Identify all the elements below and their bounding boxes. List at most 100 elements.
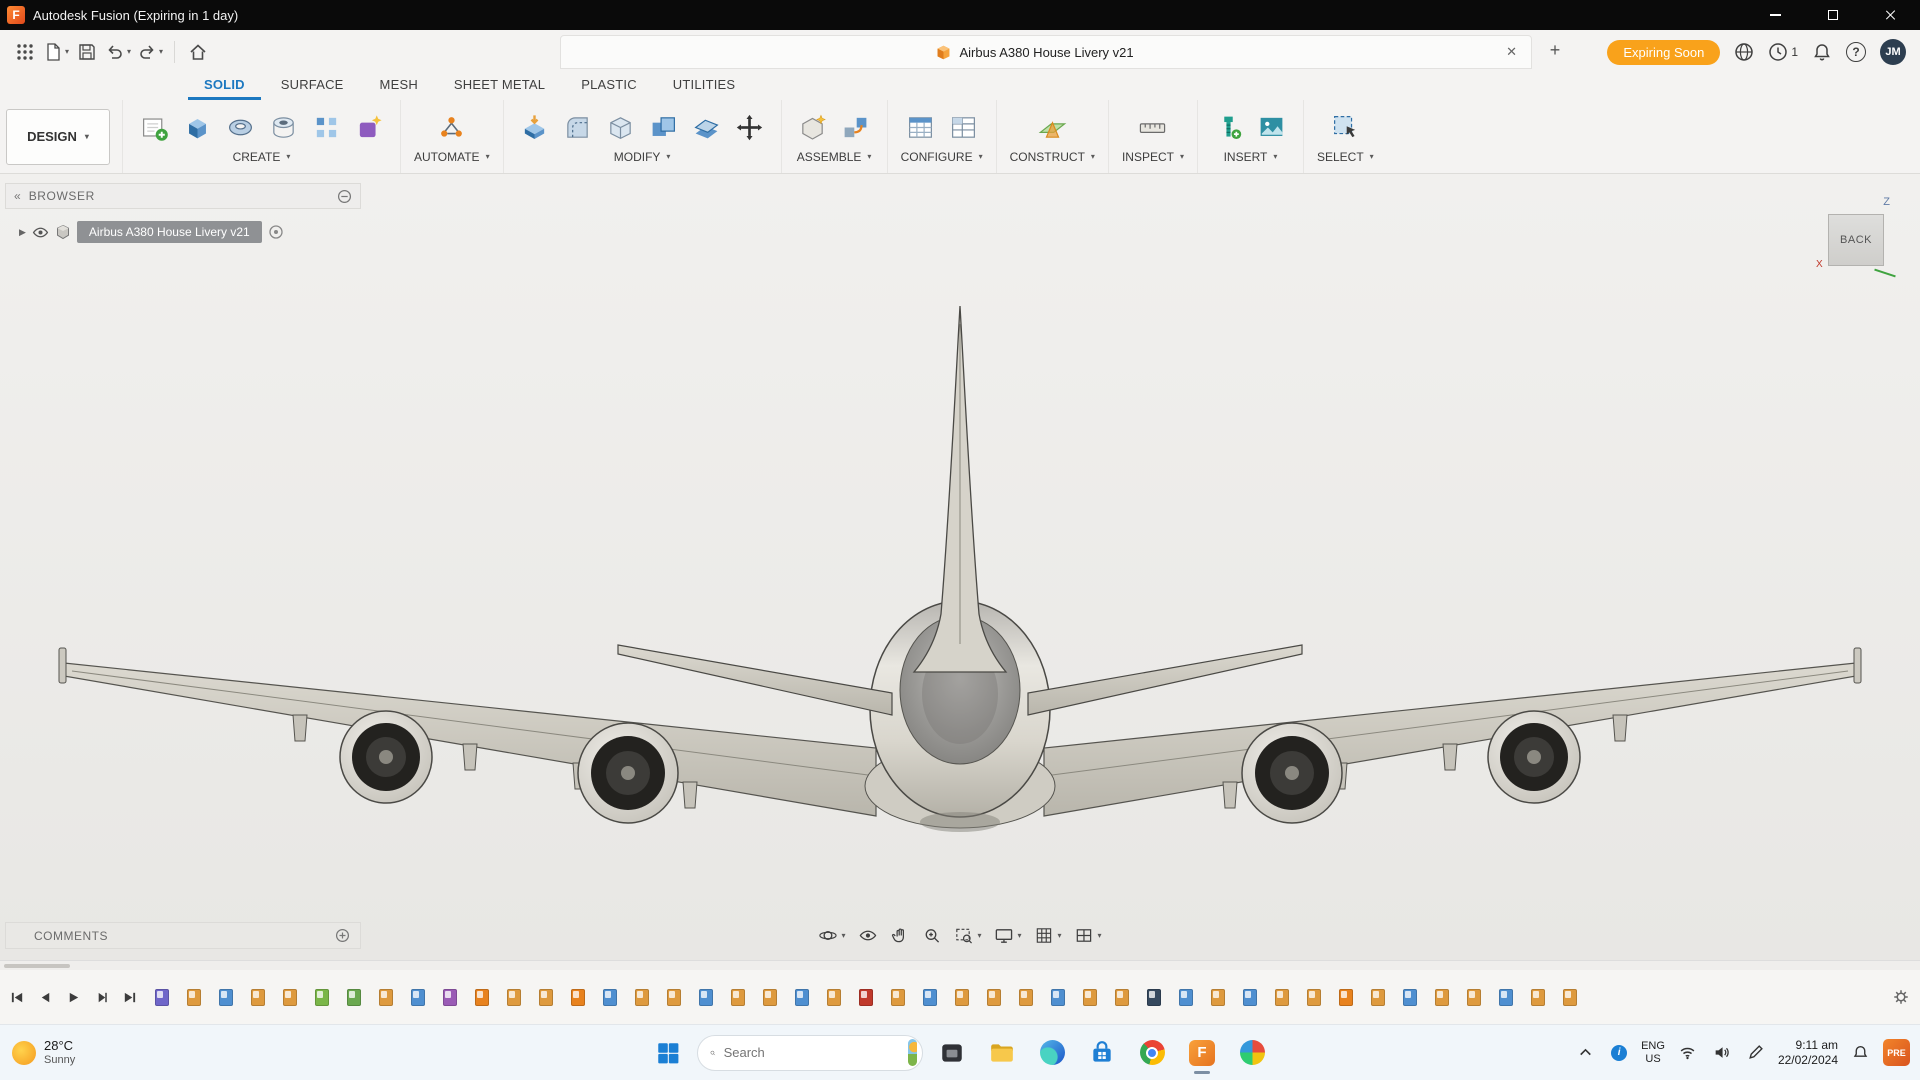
shell-button[interactable] bbox=[603, 110, 639, 146]
browser-display-settings-icon[interactable] bbox=[337, 189, 352, 204]
extensions-button[interactable] bbox=[1734, 42, 1754, 62]
automate-menu[interactable]: AUTOMATE▾ bbox=[414, 150, 490, 164]
timeline-feature-icon[interactable] bbox=[443, 989, 457, 1006]
timeline-feature-icon[interactable] bbox=[1403, 989, 1417, 1006]
redo-button[interactable]: ▾ bbox=[134, 35, 166, 69]
timeline-feature-icon[interactable] bbox=[923, 989, 937, 1006]
fusion-app-button[interactable]: F bbox=[1181, 1030, 1223, 1076]
new-component-button[interactable] bbox=[795, 110, 831, 146]
app-grid-button[interactable] bbox=[10, 35, 40, 69]
combine-button[interactable] bbox=[646, 110, 682, 146]
file-explorer-button[interactable] bbox=[981, 1030, 1023, 1076]
model-viewport[interactable]: « BROWSER ▶ Airbus A380 House Livery v21… bbox=[0, 174, 1920, 960]
configuration-button[interactable] bbox=[902, 110, 938, 146]
configuration-table-button[interactable] bbox=[945, 110, 981, 146]
left-stabilizer[interactable] bbox=[618, 645, 892, 715]
microsoft-store-button[interactable] bbox=[1081, 1030, 1123, 1076]
timeline-feature-icon[interactable] bbox=[155, 989, 169, 1006]
timeline-feature-icon[interactable] bbox=[219, 989, 233, 1006]
document-tab[interactable]: Airbus A380 House Livery v21 ✕ bbox=[560, 35, 1532, 69]
construct-plane-button[interactable] bbox=[1034, 110, 1070, 146]
timeline-feature-icon[interactable] bbox=[1563, 989, 1577, 1006]
construct-menu[interactable]: CONSTRUCT▾ bbox=[1010, 150, 1095, 164]
tab-plastic[interactable]: PLASTIC bbox=[565, 73, 653, 100]
undo-button[interactable]: ▾ bbox=[102, 35, 134, 69]
file-menu-button[interactable]: ▾ bbox=[40, 35, 72, 69]
insert-image-button[interactable] bbox=[1254, 110, 1290, 146]
step-forward-button[interactable] bbox=[94, 990, 109, 1005]
search-highlight-image[interactable] bbox=[908, 1039, 917, 1066]
create-form-button[interactable] bbox=[351, 110, 387, 146]
tab-sheet-metal[interactable]: SHEET METAL bbox=[438, 73, 561, 100]
comments-bar[interactable]: COMMENTS bbox=[5, 922, 361, 949]
expand-node-icon[interactable]: ▶ bbox=[19, 227, 26, 238]
tab-utilities[interactable]: UTILITIES bbox=[657, 73, 751, 100]
insert-fastener-button[interactable] bbox=[1211, 110, 1247, 146]
configure-menu[interactable]: CONFIGURE▾ bbox=[901, 150, 983, 164]
start-button[interactable] bbox=[647, 1030, 689, 1076]
timeline-feature-icon[interactable] bbox=[1243, 989, 1257, 1006]
automate-button[interactable] bbox=[434, 110, 470, 146]
timeline-feature-icon[interactable] bbox=[1115, 989, 1129, 1006]
fillet-button[interactable] bbox=[560, 110, 596, 146]
minimize-button[interactable] bbox=[1746, 0, 1804, 30]
pattern-button[interactable] bbox=[308, 110, 344, 146]
timeline-feature-icon[interactable] bbox=[987, 989, 1001, 1006]
wifi-button[interactable] bbox=[1676, 1041, 1699, 1064]
viewports-button[interactable]: ▾ bbox=[1075, 926, 1102, 945]
orbit-button[interactable]: ▾ bbox=[818, 926, 845, 945]
timeline-feature-icon[interactable] bbox=[859, 989, 873, 1006]
collapse-browser-icon[interactable]: « bbox=[14, 189, 21, 203]
timeline-feature-icon[interactable] bbox=[1531, 989, 1545, 1006]
design-menu-button[interactable]: DESIGN ▾ bbox=[6, 109, 110, 165]
timeline-feature-icon[interactable] bbox=[379, 989, 393, 1006]
close-button[interactable] bbox=[1862, 0, 1920, 30]
play-button[interactable] bbox=[66, 990, 81, 1005]
timeline-feature-icon[interactable] bbox=[1307, 989, 1321, 1006]
timeline-scrollbar[interactable] bbox=[0, 961, 1920, 970]
taskbar-search[interactable] bbox=[697, 1035, 923, 1071]
inspect-menu[interactable]: INSPECT▾ bbox=[1122, 150, 1184, 164]
skip-to-end-button[interactable] bbox=[122, 990, 137, 1005]
volume-button[interactable] bbox=[1710, 1041, 1733, 1064]
zoom-button[interactable] bbox=[922, 926, 941, 945]
timeline-feature-icon[interactable] bbox=[475, 989, 489, 1006]
timeline-settings-icon[interactable] bbox=[1892, 988, 1910, 1006]
timeline-feature-icon[interactable] bbox=[955, 989, 969, 1006]
timeline-feature-icon[interactable] bbox=[347, 989, 361, 1006]
timeline-feature-icon[interactable] bbox=[539, 989, 553, 1006]
activate-component-icon[interactable] bbox=[268, 224, 284, 240]
timeline-feature-icon[interactable] bbox=[731, 989, 745, 1006]
timeline-feature-icon[interactable] bbox=[1339, 989, 1353, 1006]
display-settings-button[interactable]: ▾ bbox=[994, 926, 1021, 945]
preview-badge[interactable]: PRE bbox=[1883, 1039, 1910, 1066]
viewcube-back-face[interactable]: BACK bbox=[1828, 214, 1884, 266]
taskbar-clock[interactable]: 9:11 am 22/02/2024 bbox=[1778, 1038, 1838, 1068]
engine-inner-right[interactable] bbox=[1242, 723, 1342, 823]
browser-document-row[interactable]: ▶ Airbus A380 House Livery v21 bbox=[5, 219, 361, 245]
extrude-button[interactable] bbox=[179, 110, 215, 146]
modify-menu[interactable]: MODIFY▾ bbox=[614, 150, 671, 164]
timeline-feature-icon[interactable] bbox=[1467, 989, 1481, 1006]
expiring-soon-button[interactable]: Expiring Soon bbox=[1607, 40, 1720, 65]
timeline-feature-icon[interactable] bbox=[1051, 989, 1065, 1006]
task-view-button[interactable] bbox=[931, 1030, 973, 1076]
grid-settings-button[interactable]: ▾ bbox=[1035, 926, 1062, 945]
create-menu[interactable]: CREATE▾ bbox=[233, 150, 291, 164]
tab-solid[interactable]: SOLID bbox=[188, 73, 261, 100]
edge-button[interactable] bbox=[1031, 1030, 1073, 1076]
move-copy-button[interactable] bbox=[732, 110, 768, 146]
look-at-button[interactable] bbox=[858, 926, 877, 945]
pen-button[interactable] bbox=[1744, 1041, 1767, 1064]
create-sketch-button[interactable] bbox=[136, 110, 172, 146]
notification-center-button[interactable] bbox=[1849, 1041, 1872, 1064]
tab-surface[interactable]: SURFACE bbox=[265, 73, 360, 100]
step-back-button[interactable] bbox=[38, 990, 53, 1005]
select-button[interactable] bbox=[1327, 110, 1363, 146]
timeline-feature-icon[interactable] bbox=[763, 989, 777, 1006]
insert-menu[interactable]: INSERT▾ bbox=[1224, 150, 1278, 164]
close-document-icon[interactable]: ✕ bbox=[1500, 42, 1523, 62]
timeline-feature-icon[interactable] bbox=[1083, 989, 1097, 1006]
engine-outer-left[interactable] bbox=[340, 711, 432, 803]
timeline-feature-icon[interactable] bbox=[1147, 989, 1161, 1006]
